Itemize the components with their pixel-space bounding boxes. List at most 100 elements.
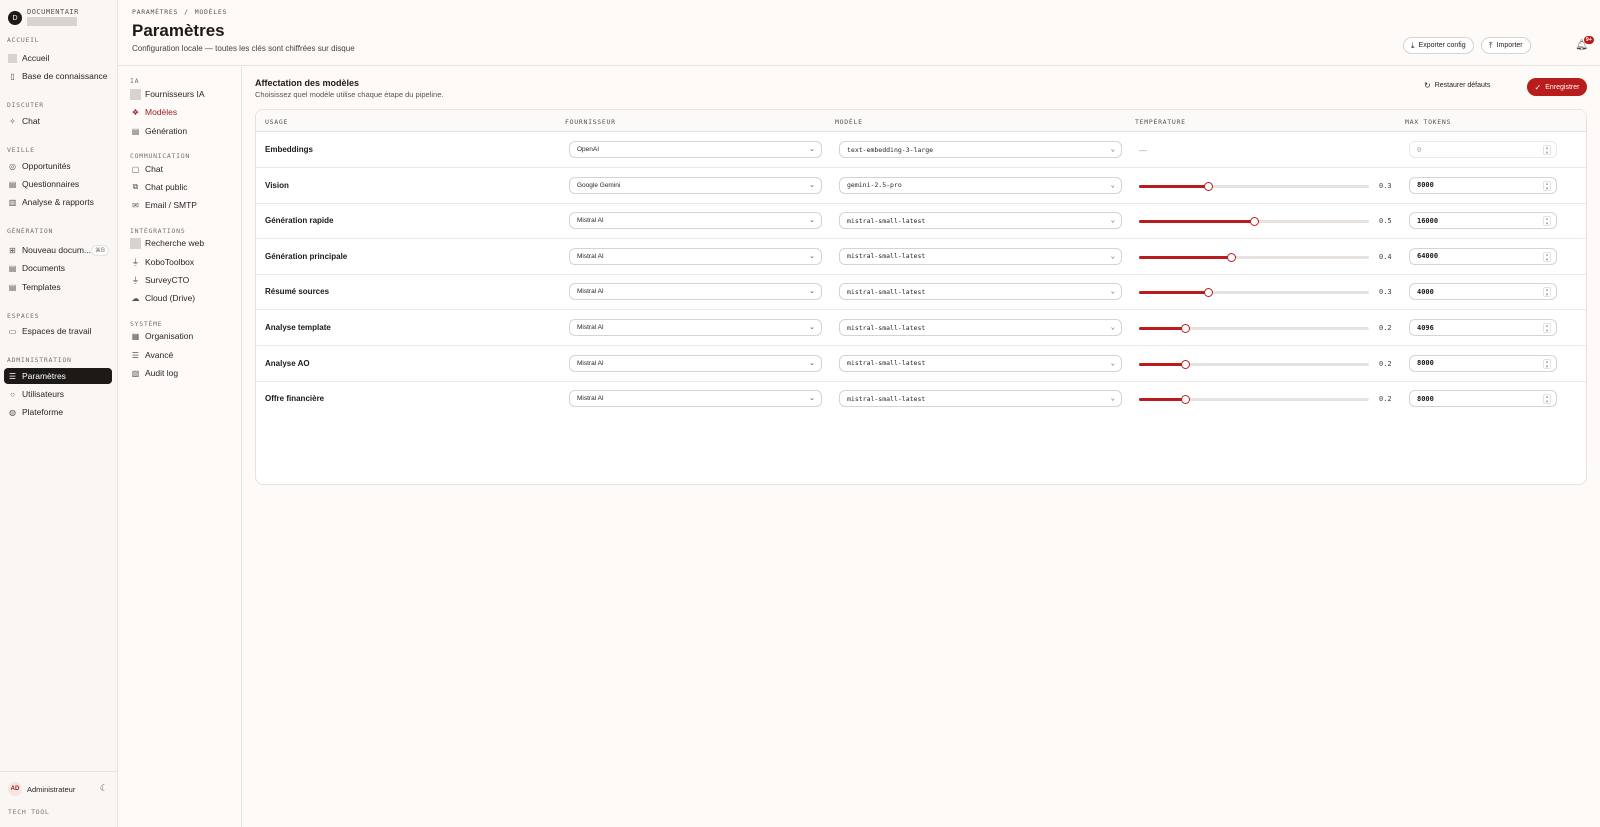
provider-select[interactable]: OpenAI ⌄ [569, 141, 822, 158]
settings-nav-item-label: Email / SMTP [145, 200, 197, 210]
provider-select[interactable]: Mistral AI ⌄ [569, 319, 822, 336]
settings-nav-item-avance[interactable]: ☰ Avancé [130, 348, 173, 362]
max-tokens-input[interactable]: 8000 ▴ ▾ [1409, 176, 1557, 194]
building-icon: ▦ [131, 331, 140, 341]
sidebar-item-accueil[interactable]: Accueil [4, 50, 112, 66]
slider-thumb[interactable] [1227, 252, 1236, 262]
file-icon: ▤ [131, 126, 140, 136]
model-select[interactable]: mistral-small-latest ⌄ [839, 319, 1122, 336]
column-header-max-tokens: MAX TOKENS [1405, 118, 1452, 126]
avatar[interactable]: AD [8, 782, 22, 796]
import-button[interactable]: ⤒ Importer [1481, 37, 1531, 54]
model-value: gemini-2.5-pro [847, 181, 902, 190]
temperature-slider[interactable] [1139, 359, 1369, 369]
sidebar: D DOCUMENTAIR ACCUEIL Accueil ▯ Base de con… [0, 0, 118, 827]
settings-nav-item-email-smtp[interactable]: ✉ Email / SMTP [130, 198, 197, 212]
settings-nav-item-cloud-drive[interactable]: ☁ Cloud (Drive) [130, 291, 196, 305]
provider-select[interactable]: Google Gemini ⌄ [569, 176, 822, 194]
user-name[interactable]: Administrateur [27, 785, 75, 794]
provider-select[interactable]: Mistral AI ⌄ [569, 212, 822, 230]
provider-select[interactable]: Mistral AI ⌄ [569, 354, 822, 372]
settings-nav-item-modeles[interactable]: ❖ Modèles [130, 105, 177, 119]
check-icon: ✓ [1534, 82, 1542, 92]
temperature-slider[interactable] [1139, 324, 1369, 333]
export-config-button[interactable]: ⤓ Exporter config [1403, 37, 1474, 54]
sidebar-item-questionnaires[interactable]: ▤ Questionnaires [4, 176, 112, 192]
model-select[interactable]: gemini-2.5-pro ⌄ [839, 176, 1122, 194]
settings-nav-item-recherche-web[interactable]: Recherche web [130, 236, 204, 250]
stepper-icon[interactable]: ▴ ▾ [1543, 323, 1551, 334]
max-tokens-input[interactable]: 16000 ▴ ▾ [1409, 212, 1557, 230]
provider-select[interactable]: Mistral AI ⌄ [569, 390, 822, 408]
stepper-icon[interactable]: ▴ ▾ [1543, 180, 1551, 191]
slider-thumb[interactable] [1181, 359, 1190, 369]
slider-fill [1139, 398, 1185, 402]
sidebar-item-documents[interactable]: ▤ Documents [4, 260, 112, 276]
temperature-slider[interactable] [1139, 252, 1369, 262]
messages-icon: ⧉ [132, 182, 139, 191]
settings-nav-item-kobotoolbox[interactable]: ⏚ KoboToolbox [130, 255, 195, 269]
model-select[interactable]: mistral-small-latest ⌄ [839, 354, 1122, 372]
temperature-slider[interactable] [1139, 181, 1369, 191]
temperature-slider[interactable] [1139, 395, 1369, 405]
model-select[interactable]: mistral-small-latest ⌄ [839, 212, 1122, 230]
settings-nav-item-surveycto[interactable]: ⏚ SurveyCTO [130, 273, 190, 287]
stepper-icon[interactable]: ▴ ▾ [1543, 216, 1551, 227]
chevron-down-icon: ⌄ [809, 217, 815, 225]
temperature-slider[interactable] [1139, 217, 1369, 227]
settings-nav-item-generation[interactable]: ▤ Génération [130, 124, 187, 138]
settings-nav-item-audit-log[interactable]: ▧ Audit log [130, 366, 178, 380]
max-tokens-input[interactable]: 8000 ▴ ▾ [1409, 390, 1557, 408]
sidebar-item-parametres[interactable]: ☰ Paramètres [4, 368, 112, 384]
stepper-icon[interactable]: ▴ ▾ [1543, 287, 1551, 298]
radar-icon: ◎ [9, 161, 16, 171]
model-select[interactable]: mistral-small-latest ⌄ [839, 247, 1122, 265]
chevron-down-icon: ⌄ [1110, 287, 1115, 296]
sidebar-item-analyse-rapports[interactable]: ▥ Analyse & rapports [4, 194, 112, 210]
moon-icon[interactable]: ☾ [100, 783, 108, 794]
sidebar-item-plateforme[interactable]: ◍ Plateforme [4, 404, 112, 420]
section-subtitle: Choisissez quel modèle utilise chaque ét… [255, 90, 444, 99]
max-tokens-input[interactable]: 4000 ▴ ▾ [1409, 283, 1557, 301]
slider-thumb[interactable] [1204, 181, 1213, 191]
max-tokens-input[interactable]: 4096 ▴ ▾ [1409, 319, 1557, 336]
sidebar-item-chat[interactable]: ✧ Chat [4, 113, 112, 129]
stepper-icon[interactable]: ▴ ▾ [1543, 358, 1551, 369]
table-row: Embeddings OpenAI ⌄ text-embedding-3-large ⌄… [256, 132, 1586, 168]
settings-nav-item-fournisseurs-ia[interactable]: Fournisseurs IA [130, 87, 205, 101]
sidebar-item-espaces-de-travail[interactable]: ▭ Espaces de travail [4, 323, 112, 339]
save-button[interactable]: ✓ Enregistrer [1527, 78, 1587, 96]
settings-nav-item-organisation[interactable]: ▦ Organisation [130, 329, 193, 343]
slider-thumb[interactable] [1181, 395, 1190, 405]
provider-select[interactable]: Mistral AI ⌄ [569, 247, 822, 265]
slider-thumb[interactable] [1204, 288, 1213, 298]
sidebar-item-base-de-connaissance[interactable]: ▯ Base de connaissance [4, 68, 112, 84]
temperature-value: 0.5 [1379, 217, 1392, 226]
restore-defaults-button[interactable]: ↻ Restaurer défauts [1424, 81, 1490, 90]
sidebar-item-templates[interactable]: ▤ Templates [4, 279, 112, 295]
max-tokens-input[interactable]: 8000 ▴ ▾ [1409, 354, 1557, 372]
provider-select[interactable]: Mistral AI ⌄ [569, 283, 822, 301]
shortcut-badge: ⌘B [90, 244, 109, 256]
brand[interactable]: D DOCUMENTAIR [8, 8, 114, 30]
settings-nav-item-chat[interactable]: ▢ Chat [130, 162, 163, 176]
model-select[interactable]: mistral-small-latest ⌄ [839, 390, 1122, 408]
chevron-down-icon: ⌄ [1110, 145, 1115, 153]
temperature-slider[interactable] [1139, 288, 1369, 298]
settings-nav-item-chat-public[interactable]: ⧉ Chat public [130, 180, 188, 194]
sidebar-item-opportunites[interactable]: ◎ Opportunités [4, 158, 112, 174]
stepper-icon[interactable]: ▴ ▾ [1543, 394, 1551, 405]
sidebar-item-nouveau-docum[interactable]: ⊞ Nouveau docum... ⌘B [4, 242, 112, 258]
cloud-icon: ☁ [131, 293, 140, 303]
breadcrumb-item[interactable]: PARAMÈTRES [132, 8, 178, 16]
model-select[interactable]: mistral-small-latest ⌄ [839, 283, 1122, 301]
slider-thumb[interactable] [1250, 217, 1259, 227]
sidebar-item-label: Documents [22, 263, 65, 273]
model-select[interactable]: text-embedding-3-large ⌄ [839, 141, 1122, 158]
slider-thumb[interactable] [1181, 324, 1190, 333]
max-tokens-input[interactable]: 64000 ▴ ▾ [1409, 247, 1557, 265]
sidebar-item-utilisateurs[interactable]: ○ Utilisateurs [4, 386, 112, 402]
settings-nav-item-label: Modèles [145, 107, 178, 117]
stepper-icon[interactable]: ▴ ▾ [1543, 251, 1551, 262]
import-label: Importer [1496, 42, 1523, 49]
